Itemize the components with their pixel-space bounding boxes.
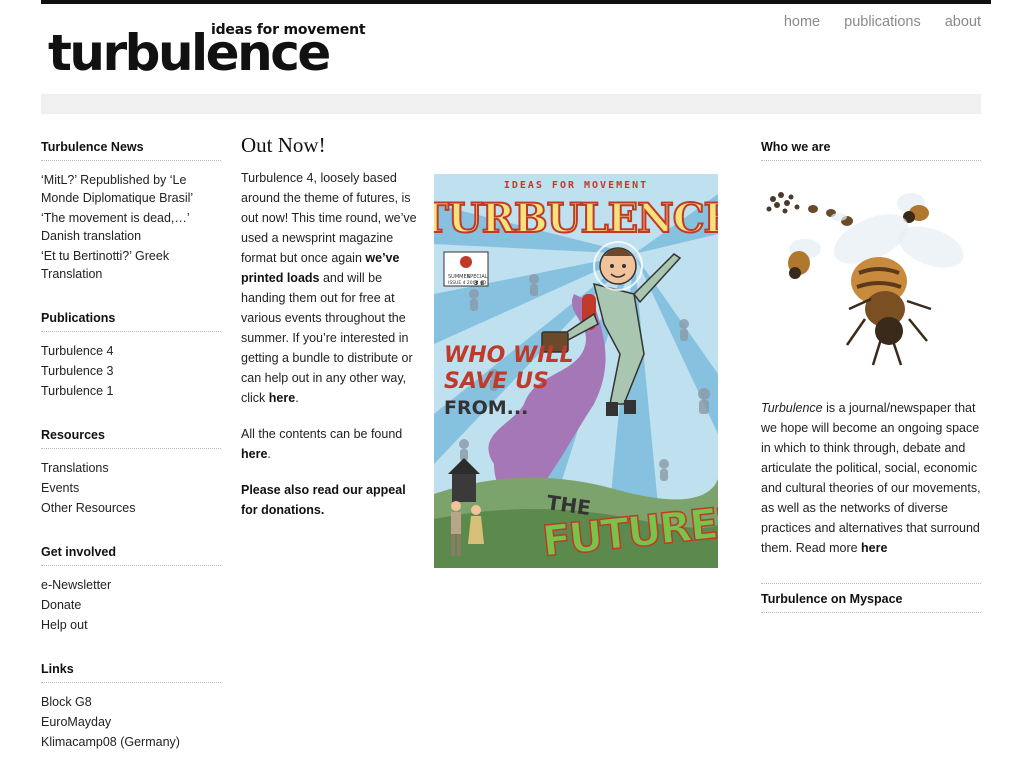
sidebar-section-publications: Publications Turbulence 4 Turbulence 3 T… — [41, 303, 221, 414]
sidebar-section-get-involved: Get involved e-Newsletter Donate Help ou… — [41, 537, 221, 648]
article-title: Out Now! — [241, 133, 326, 157]
bees-image — [761, 169, 981, 384]
external-link[interactable]: EuroMayday — [41, 713, 221, 731]
external-link[interactable]: Klimacamp08 (Germany) — [41, 733, 221, 751]
svg-text:SAVE US: SAVE US — [444, 369, 549, 394]
about-text: Turbulence is a journal/newspaper that w… — [761, 401, 981, 555]
article-body: Turbulence 4, loosely based around the t… — [241, 168, 423, 536]
magazine-cover-image[interactable]: IDEAS FOR MOVEMENT TURBULENCE SUMMER SPE… — [434, 174, 718, 568]
external-link[interactable]: Block G8 — [41, 693, 221, 711]
section-title: Links — [41, 654, 221, 683]
bee-icon — [766, 192, 964, 366]
right-sidebar: Who we are Turbulence is a journal/newsp… — [761, 132, 981, 613]
section-title: Publications — [41, 303, 221, 332]
header-divider-bar — [41, 94, 981, 114]
section-title: Resources — [41, 420, 221, 449]
cover-illustration: IDEAS FOR MOVEMENT TURBULENCE SUMMER SPE… — [434, 174, 718, 568]
involve-link[interactable]: Help out — [41, 616, 221, 634]
resource-link[interactable]: Translations — [41, 459, 221, 477]
svg-text:FROM...: FROM... — [444, 397, 528, 419]
resource-link[interactable]: Other Resources — [41, 499, 221, 517]
publication-link[interactable]: Turbulence 3 — [41, 362, 221, 380]
news-link[interactable]: ‘MitL?’ Republished by ‘Le Monde Diploma… — [41, 171, 221, 207]
left-sidebar: Turbulence News ‘MitL?’ Republished by ‘… — [41, 132, 221, 771]
publication-link[interactable]: Turbulence 4 — [41, 342, 221, 360]
sidebar-section-resources: Resources Translations Events Other Reso… — [41, 420, 221, 531]
resource-link[interactable]: Events — [41, 479, 221, 497]
top-border — [41, 0, 991, 4]
publication-link[interactable]: Turbulence 1 — [41, 382, 221, 400]
svg-text:IDEAS FOR MOVEMENT: IDEAS FOR MOVEMENT — [504, 180, 648, 191]
nav-home[interactable]: home — [784, 14, 820, 30]
svg-text:TURBULENCE: TURBULENCE — [434, 195, 718, 242]
news-link[interactable]: ‘The movement is dead,…’ Danish translat… — [41, 209, 221, 245]
logo-wordmark: turbulence — [48, 24, 331, 82]
myspace-section: Turbulence on Myspace — [761, 583, 981, 613]
donations-appeal-link[interactable]: Please also read our appeal for donation… — [241, 483, 406, 517]
involve-link[interactable]: e-Newsletter — [41, 576, 221, 594]
svg-text:3 £: 3 £ — [474, 280, 484, 287]
contents-here-link[interactable]: here — [241, 447, 267, 461]
myspace-link[interactable]: Turbulence on Myspace — [761, 584, 981, 613]
article-paragraph: Please also read our appeal for donation… — [241, 480, 423, 520]
article-paragraph: Turbulence 4, loosely based around the t… — [241, 171, 417, 405]
involve-link[interactable]: Donate — [41, 596, 221, 614]
main-nav: home publications about — [784, 14, 981, 30]
site-logo[interactable]: ideas for movement turbulence — [48, 20, 366, 82]
read-more-link[interactable]: here — [861, 541, 887, 555]
news-link[interactable]: ‘Et tu Bertinotti?’ Greek Translation — [41, 247, 221, 283]
main-content: Out Now! Turbulence 4, loosely based aro… — [241, 132, 721, 568]
svg-text:WHO WILL: WHO WILL — [444, 343, 574, 368]
section-title: Turbulence News — [41, 132, 221, 161]
section-title: Get involved — [41, 537, 221, 566]
who-we-are-title: Who we are — [761, 132, 981, 161]
here-link[interactable]: here — [269, 391, 295, 405]
article-paragraph: All the contents can be found here. — [241, 427, 403, 461]
nav-about[interactable]: about — [945, 14, 981, 30]
sidebar-section-news: Turbulence News ‘MitL?’ Republished by ‘… — [41, 132, 221, 297]
nav-publications[interactable]: publications — [844, 14, 921, 30]
sidebar-section-links: Links Block G8 EuroMayday Klimacamp08 (G… — [41, 654, 221, 765]
